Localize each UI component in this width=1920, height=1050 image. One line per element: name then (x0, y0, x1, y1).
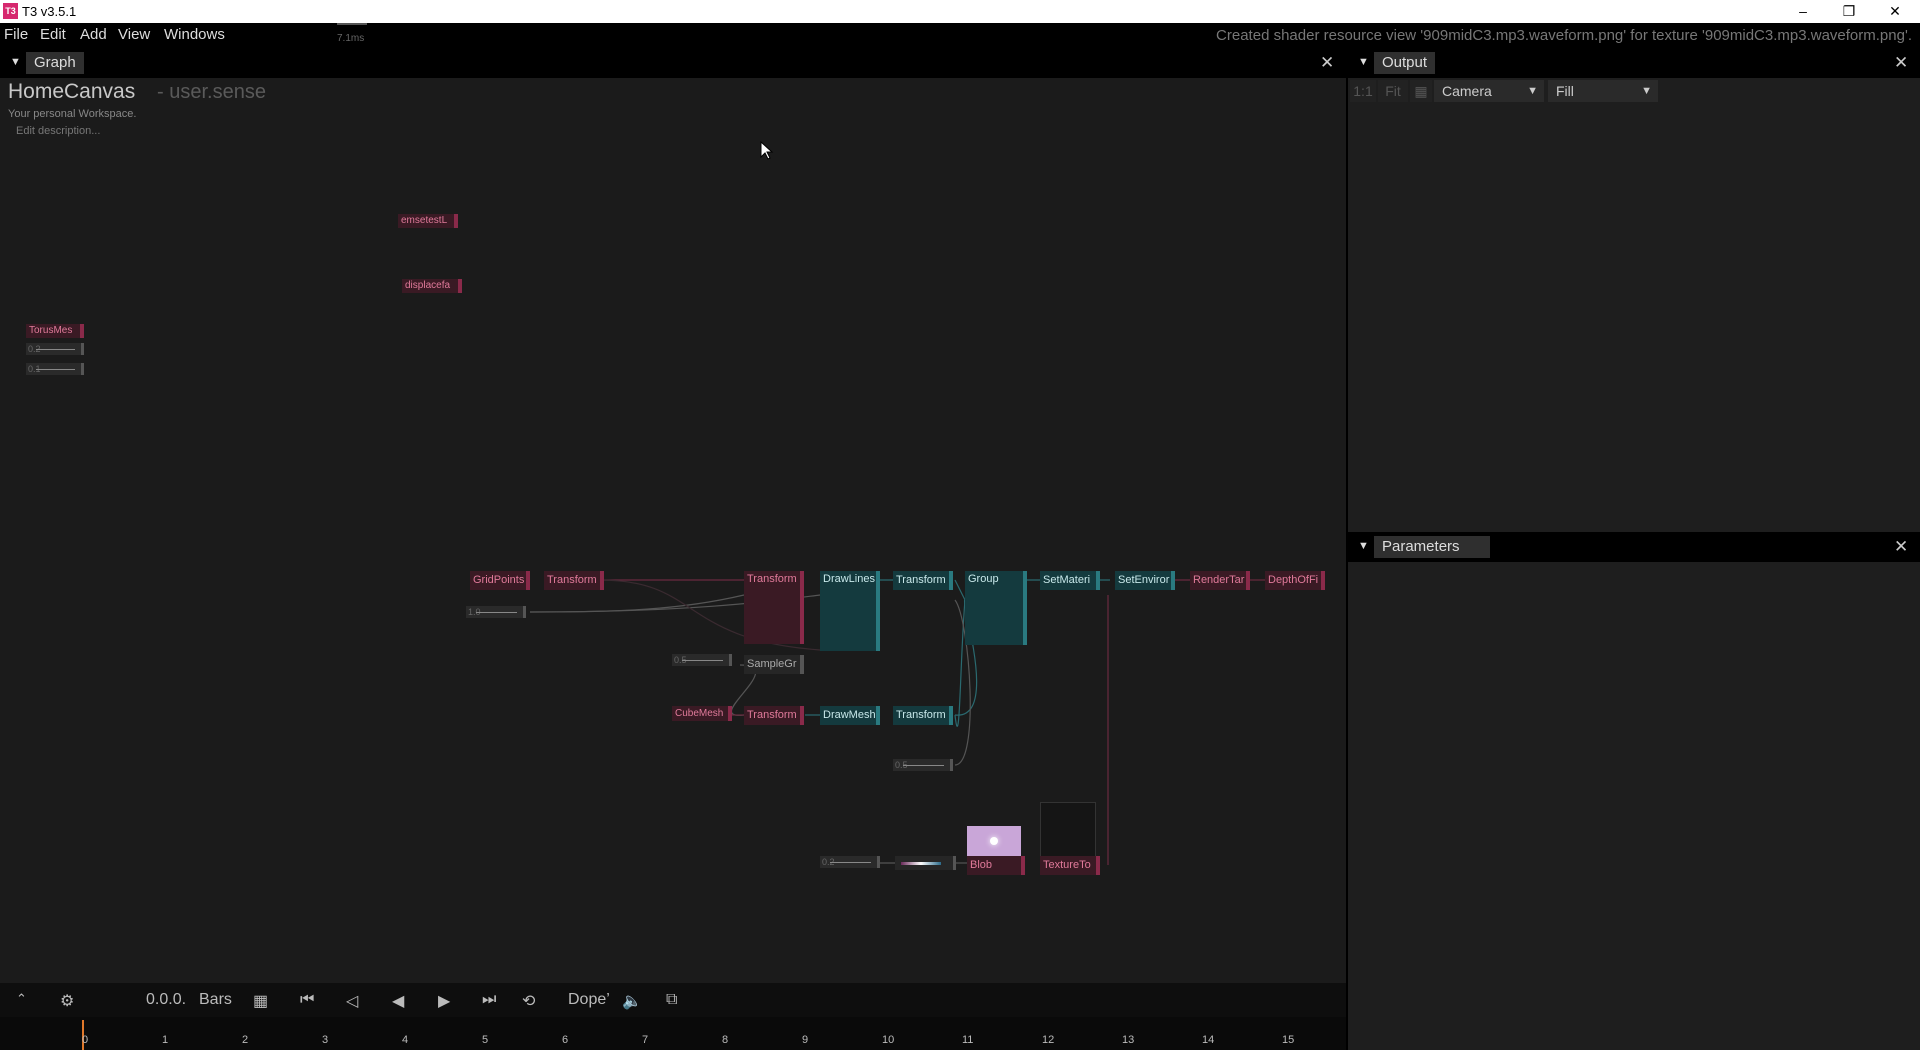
close-window-button[interactable]: ✕ (1872, 0, 1918, 23)
ruler-tick-label: 1 (162, 1034, 169, 1046)
fill-label: Fill (1556, 83, 1574, 99)
fill-dropdown[interactable]: Fill ▼ (1548, 80, 1658, 102)
value-slider[interactable]: 1.0 (466, 606, 526, 618)
play-backward-icon[interactable]: ◀ (392, 991, 404, 1011)
value-slider[interactable]: 0.5 (893, 759, 953, 771)
ruler-tick-label: 5 (482, 1034, 489, 1046)
ruler-tick-label: 0 (82, 1034, 89, 1046)
ruler-tick-label: 11 (962, 1034, 974, 1046)
parameters-panel-header: ▼ Parameters ✕ (1348, 532, 1920, 562)
camera-label: Camera (1442, 83, 1492, 99)
ruler-tick-label: 3 (322, 1034, 329, 1046)
graph-node[interactable]: SetEnviror (1115, 571, 1175, 590)
grid-icon[interactable]: ▦ (1410, 80, 1432, 102)
ruler-tick-label: 4 (402, 1034, 409, 1046)
ruler-tick-label: 12 (1042, 1034, 1055, 1046)
value-slider[interactable]: 0.2 (26, 343, 84, 355)
graph-node[interactable]: TorusMes (26, 324, 84, 338)
graph-node[interactable]: emsetestL (398, 214, 458, 228)
graph-node[interactable]: TextureTo (1040, 856, 1100, 875)
ruler-tick-label: 8 (722, 1034, 729, 1046)
gradient-node[interactable] (895, 856, 956, 870)
ruler-tick-label: 15 (1282, 1034, 1295, 1046)
tab-parameters[interactable]: Parameters (1374, 536, 1490, 558)
panel-menu-icon[interactable]: ▼ (1358, 56, 1369, 68)
graph-node[interactable]: Transform (893, 571, 953, 590)
graph-node[interactable]: Group (965, 571, 1027, 645)
loop-icon[interactable]: ⟲ (522, 991, 535, 1011)
graph-node[interactable]: DrawMesh (820, 706, 880, 725)
graph-node[interactable]: DepthOfFi (1265, 571, 1325, 590)
timeline-ruler[interactable] (0, 1017, 1346, 1050)
ruler-tick-label: 14 (1202, 1034, 1215, 1046)
mouse-cursor-icon (760, 141, 774, 160)
ruler-tick-label: 7 (642, 1034, 649, 1046)
timeline-mode-button[interactable]: Dope’ (568, 991, 610, 1009)
settings-gear-icon[interactable]: ⚙ (60, 991, 74, 1011)
parameters-panel[interactable]: ▼ Parameters ✕ (1348, 532, 1920, 1050)
graph-node[interactable]: Transform (893, 706, 953, 725)
graph-connections (529, 579, 1265, 865)
blob-preview-image (967, 826, 1021, 856)
graph-node[interactable]: SampleGr (744, 655, 804, 674)
ruler-tick-label: 9 (802, 1034, 809, 1046)
texture-preview-image (1040, 802, 1096, 858)
maximize-button[interactable]: ❐ (1826, 0, 1872, 23)
graph-node[interactable]: RenderTar (1190, 571, 1250, 590)
graph-node[interactable]: DrawLines (820, 571, 880, 651)
time-unit-button[interactable]: Bars (199, 991, 232, 1009)
minimize-button[interactable]: – (1780, 0, 1826, 23)
value-slider[interactable]: 0.5 (672, 654, 732, 666)
ruler-tick-label: 6 (562, 1034, 569, 1046)
graph-node[interactable]: GridPoints (470, 571, 530, 590)
panel-menu-icon[interactable]: ▼ (1358, 540, 1369, 552)
ruler-tick-label: 2 (242, 1034, 249, 1046)
output-panel[interactable]: ▼ Output ✕ 1:1 Fit ▦ Camera ▼ Fill ▼ (1348, 48, 1920, 532)
play-icon[interactable]: ▶ (438, 991, 450, 1011)
tab-output[interactable]: Output (1374, 52, 1436, 74)
time-display[interactable]: 0.0.0. (146, 991, 186, 1009)
value-slider[interactable]: 0.2 (820, 856, 880, 868)
camera-sync-icon[interactable]: ⧉ (666, 991, 677, 1009)
graph-node[interactable]: Transform (544, 571, 604, 590)
chevron-down-icon: ▼ (1527, 85, 1538, 97)
ruler-tick-label: 10 (882, 1034, 895, 1046)
output-panel-header: ▼ Output ✕ (1348, 48, 1920, 78)
value-slider[interactable]: 0.1 (26, 363, 84, 375)
jump-to-end-icon[interactable]: ⏭ (482, 991, 496, 1009)
ruler-tick-label: 13 (1122, 1034, 1135, 1046)
graph-node[interactable]: CubeMesh (672, 706, 732, 721)
graph-node[interactable]: Blob (967, 856, 1025, 875)
chevron-down-icon: ▼ (1641, 85, 1652, 97)
ratio-1-1-button[interactable]: 1:1 (1350, 80, 1376, 102)
fit-button[interactable]: Fit (1378, 80, 1408, 102)
blob-glow-icon (990, 837, 998, 845)
close-icon[interactable]: ✕ (1894, 53, 1908, 73)
step-back-icon[interactable]: ◁ (346, 991, 358, 1011)
jump-to-start-icon[interactable]: ⏮ (300, 991, 314, 1009)
graph-node[interactable]: Transform (744, 706, 804, 725)
camera-dropdown[interactable]: Camera ▼ (1434, 80, 1544, 102)
grid-snap-icon[interactable]: ▦ (253, 991, 268, 1011)
audio-speaker-icon[interactable]: 🔈 (622, 991, 642, 1011)
graph-node[interactable]: Transform (744, 571, 804, 644)
graph-node[interactable]: SetMateri (1040, 571, 1100, 590)
collapse-timeline-icon[interactable]: ⌃ (16, 991, 27, 1007)
graph-node[interactable]: displacefa (402, 279, 462, 293)
gradient-preview (901, 862, 941, 865)
close-icon[interactable]: ✕ (1894, 537, 1908, 557)
